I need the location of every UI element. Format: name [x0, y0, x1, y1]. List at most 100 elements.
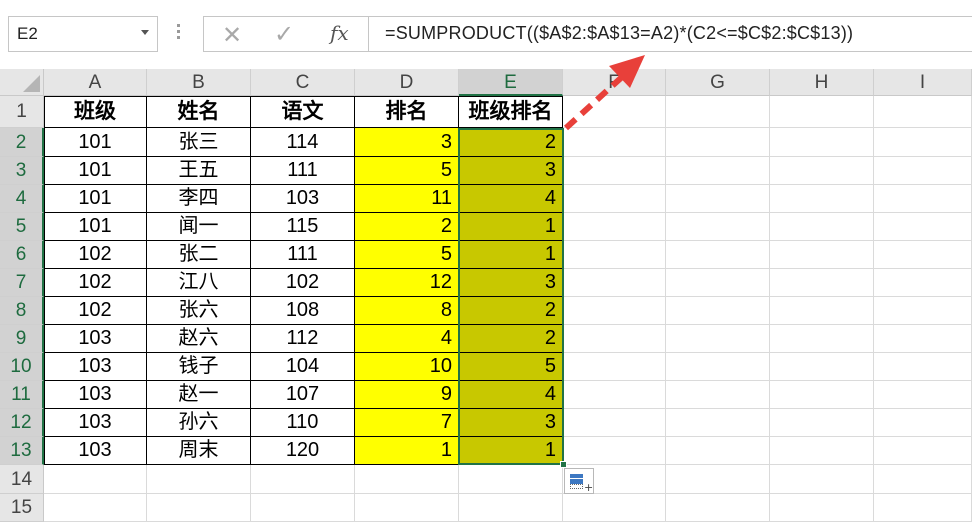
- cell-a3[interactable]: 101: [44, 157, 147, 185]
- cell-e11[interactable]: 4: [459, 381, 563, 409]
- cell-a8[interactable]: 102: [44, 297, 147, 325]
- cell-a11[interactable]: 103: [44, 381, 147, 409]
- cell-g11[interactable]: [666, 381, 770, 409]
- cell-c14[interactable]: [251, 465, 355, 494]
- row-header-3[interactable]: 3: [0, 157, 44, 185]
- cell-h1[interactable]: [770, 96, 874, 128]
- column-header-f[interactable]: F: [563, 69, 666, 96]
- row-header-6[interactable]: 6: [0, 241, 44, 269]
- cell-g6[interactable]: [666, 241, 770, 269]
- cell-h8[interactable]: [770, 297, 874, 325]
- cell-b11[interactable]: 赵一: [147, 381, 251, 409]
- cell-b8[interactable]: 张六: [147, 297, 251, 325]
- cell-d3[interactable]: 5: [355, 157, 459, 185]
- cell-i13[interactable]: [874, 437, 972, 465]
- cell-d15[interactable]: [355, 494, 459, 522]
- check-icon[interactable]: ✓: [274, 20, 294, 48]
- cell-c10[interactable]: 104: [251, 353, 355, 381]
- cell-d9[interactable]: 4: [355, 325, 459, 353]
- cell-i14[interactable]: [874, 465, 972, 494]
- close-icon[interactable]: ✕: [222, 21, 242, 49]
- row-header-12[interactable]: 12: [0, 409, 44, 437]
- cell-i12[interactable]: [874, 409, 972, 437]
- column-header-a[interactable]: A: [44, 69, 147, 96]
- formula-input[interactable]: =SUMPRODUCT(($A$2:$A$13=A2)*(C2<=$C$2:$C…: [368, 16, 972, 52]
- cell-g7[interactable]: [666, 269, 770, 297]
- cell-a2[interactable]: 101: [44, 128, 147, 157]
- cell-f4[interactable]: [563, 185, 666, 213]
- cell-h12[interactable]: [770, 409, 874, 437]
- cell-e5[interactable]: 1: [459, 213, 563, 241]
- cell-d14[interactable]: [355, 465, 459, 494]
- cell-g5[interactable]: [666, 213, 770, 241]
- column-header-b[interactable]: B: [147, 69, 251, 96]
- cell-f2[interactable]: [563, 128, 666, 157]
- cell-b15[interactable]: [147, 494, 251, 522]
- cell-f5[interactable]: [563, 213, 666, 241]
- cell-f1[interactable]: [563, 96, 666, 128]
- cell-g2[interactable]: [666, 128, 770, 157]
- cell-c1[interactable]: 语文: [251, 96, 355, 128]
- row-header-13[interactable]: 13: [0, 437, 44, 465]
- cell-e13[interactable]: 1: [459, 437, 563, 465]
- cell-e14[interactable]: [459, 465, 563, 494]
- cell-i7[interactable]: [874, 269, 972, 297]
- cell-e6[interactable]: 1: [459, 241, 563, 269]
- cell-g15[interactable]: [666, 494, 770, 522]
- chevron-down-icon[interactable]: [141, 30, 149, 35]
- cell-a6[interactable]: 102: [44, 241, 147, 269]
- cell-e8[interactable]: 2: [459, 297, 563, 325]
- cell-a5[interactable]: 101: [44, 213, 147, 241]
- cell-g14[interactable]: [666, 465, 770, 494]
- cell-h15[interactable]: [770, 494, 874, 522]
- column-header-c[interactable]: C: [251, 69, 355, 96]
- cell-d1[interactable]: 排名: [355, 96, 459, 128]
- cell-h5[interactable]: [770, 213, 874, 241]
- cell-h9[interactable]: [770, 325, 874, 353]
- cell-d13[interactable]: 1: [355, 437, 459, 465]
- row-header-1[interactable]: 1: [0, 96, 44, 128]
- cell-d6[interactable]: 5: [355, 241, 459, 269]
- cell-c11[interactable]: 107: [251, 381, 355, 409]
- cell-a14[interactable]: [44, 465, 147, 494]
- cell-e2[interactable]: 2: [459, 128, 563, 157]
- column-header-h[interactable]: H: [770, 69, 874, 96]
- cell-b5[interactable]: 闻一: [147, 213, 251, 241]
- cell-i8[interactable]: [874, 297, 972, 325]
- cell-d4[interactable]: 11: [355, 185, 459, 213]
- row-header-15[interactable]: 15: [0, 494, 44, 522]
- cell-b2[interactable]: 张三: [147, 128, 251, 157]
- cell-i4[interactable]: [874, 185, 972, 213]
- cell-c13[interactable]: 120: [251, 437, 355, 465]
- cell-c12[interactable]: 110: [251, 409, 355, 437]
- cell-b1[interactable]: 姓名: [147, 96, 251, 128]
- cell-i6[interactable]: [874, 241, 972, 269]
- cell-g4[interactable]: [666, 185, 770, 213]
- cell-e7[interactable]: 3: [459, 269, 563, 297]
- cell-b3[interactable]: 王五: [147, 157, 251, 185]
- cell-h13[interactable]: [770, 437, 874, 465]
- cell-a9[interactable]: 103: [44, 325, 147, 353]
- cell-b9[interactable]: 赵六: [147, 325, 251, 353]
- column-header-d[interactable]: D: [355, 69, 459, 96]
- cell-f10[interactable]: [563, 353, 666, 381]
- cell-c8[interactable]: 108: [251, 297, 355, 325]
- cell-g10[interactable]: [666, 353, 770, 381]
- cell-a15[interactable]: [44, 494, 147, 522]
- cell-e9[interactable]: 2: [459, 325, 563, 353]
- cell-f13[interactable]: [563, 437, 666, 465]
- row-header-10[interactable]: 10: [0, 353, 44, 381]
- cell-h2[interactable]: [770, 128, 874, 157]
- row-header-14[interactable]: 14: [0, 465, 44, 494]
- cell-g9[interactable]: [666, 325, 770, 353]
- cell-f12[interactable]: [563, 409, 666, 437]
- cell-h4[interactable]: [770, 185, 874, 213]
- cell-i3[interactable]: [874, 157, 972, 185]
- row-header-7[interactable]: 7: [0, 269, 44, 297]
- cell-c9[interactable]: 112: [251, 325, 355, 353]
- cell-c5[interactable]: 115: [251, 213, 355, 241]
- cell-i2[interactable]: [874, 128, 972, 157]
- cell-d5[interactable]: 2: [355, 213, 459, 241]
- cell-c7[interactable]: 102: [251, 269, 355, 297]
- cell-b10[interactable]: 钱子: [147, 353, 251, 381]
